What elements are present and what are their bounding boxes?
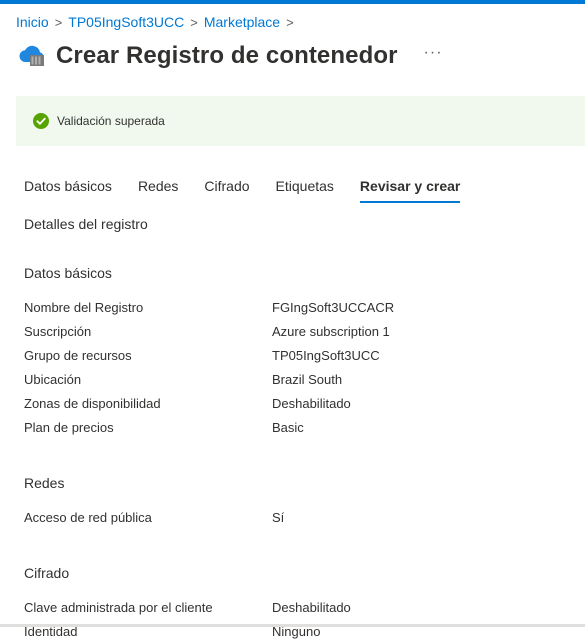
- detail-value: Deshabilitado: [272, 396, 351, 411]
- detail-label: Grupo de recursos: [24, 348, 132, 363]
- networking-section-heading: Redes: [24, 475, 65, 491]
- detail-row: Acceso de red pública Sí: [24, 506, 564, 530]
- detail-row: Suscripción Azure subscription 1: [24, 320, 564, 344]
- detail-value: TP05IngSoft3UCC: [272, 348, 380, 363]
- detail-value: Deshabilitado: [272, 600, 351, 615]
- detail-label: Acceso de red pública: [24, 510, 152, 525]
- detail-label: Plan de precios: [24, 420, 114, 435]
- detail-value: Sí: [272, 510, 285, 525]
- breadcrumb-separator-icon: >: [286, 14, 294, 30]
- detail-label: Ubicación: [24, 372, 82, 387]
- detail-row: Plan de precios Basic: [24, 416, 564, 440]
- breadcrumb-separator-icon: >: [54, 14, 63, 30]
- basics-section-heading: Datos básicos: [24, 265, 112, 281]
- detail-value: Azure subscription 1: [272, 324, 390, 339]
- detail-value: FGIngSoft3UCCACR: [272, 300, 395, 315]
- tab-basics[interactable]: Datos básicos: [24, 178, 112, 203]
- breadcrumb: Inicio > TP05IngSoft3UCC > Marketplace >: [16, 14, 300, 30]
- detail-row: Zonas de disponibilidad Deshabilitado: [24, 392, 564, 416]
- more-options-icon[interactable]: ···: [424, 44, 443, 62]
- breadcrumb-separator-icon: >: [190, 14, 198, 30]
- encryption-section-heading: Cifrado: [24, 565, 70, 581]
- check-circle-icon: [33, 113, 49, 129]
- encryption-section: Clave administrada por el cliente Deshabi…: [24, 596, 564, 644]
- tab-review-create[interactable]: Revisar y crear: [359, 178, 461, 203]
- basics-section: Nombre del Registro FGIngSoft3UCCACR Susc…: [24, 296, 564, 440]
- detail-label: Clave administrada por el cliente: [24, 600, 213, 615]
- title-row: Crear Registro de contenedor ···: [16, 40, 443, 72]
- detail-label: Nombre del Registro: [24, 300, 144, 315]
- networking-section: Acceso de red pública Sí: [24, 506, 564, 530]
- tab-networking[interactable]: Redes: [138, 178, 178, 203]
- validation-message: Validación superada: [57, 114, 165, 128]
- breadcrumb-marketplace[interactable]: Marketplace: [204, 14, 280, 30]
- top-accent-bar: [0, 0, 585, 4]
- review-details: Detalles del registro Datos básicos Nomb…: [24, 216, 564, 644]
- tab-encryption[interactable]: Cifrado: [204, 178, 249, 203]
- validation-banner: Validación superada: [16, 96, 585, 146]
- registry-details-heading: Detalles del registro: [24, 216, 148, 232]
- container-registry-icon: [19, 45, 44, 66]
- detail-row: Grupo de recursos TP05IngSoft3UCC: [24, 344, 564, 368]
- page-title: Crear Registro de contenedor: [56, 42, 398, 69]
- breadcrumb-resource-group[interactable]: TP05IngSoft3UCC: [68, 14, 184, 30]
- detail-row: Ubicación Brazil South: [24, 368, 564, 392]
- detail-value: Basic: [272, 420, 304, 435]
- detail-label: Suscripción: [24, 324, 92, 339]
- detail-label: Zonas de disponibilidad: [24, 396, 161, 411]
- breadcrumb-home[interactable]: Inicio: [16, 14, 49, 30]
- detail-row: Nombre del Registro FGIngSoft3UCCACR: [24, 296, 564, 320]
- tab-bar: Datos básicos Redes Cifrado Etiquetas Re…: [24, 178, 486, 203]
- tab-tags[interactable]: Etiquetas: [276, 178, 334, 203]
- detail-row: Clave administrada por el cliente Deshabi…: [24, 596, 564, 620]
- detail-value: Brazil South: [272, 372, 343, 387]
